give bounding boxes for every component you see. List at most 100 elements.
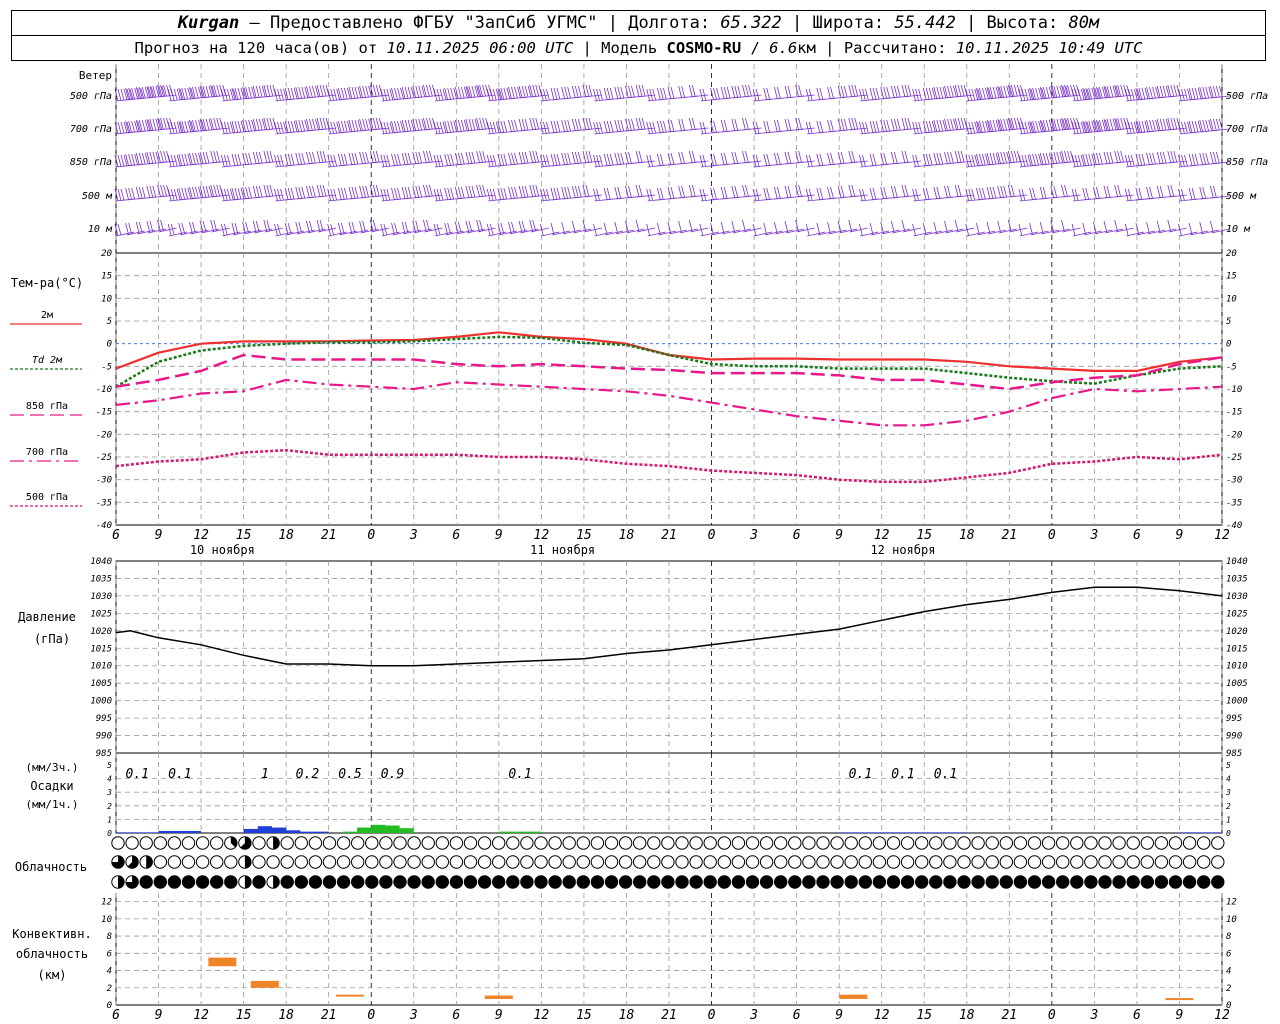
cloud-symbol: [308, 836, 323, 850]
cloud-circle: [745, 855, 760, 869]
convective-bar: [208, 957, 237, 967]
pressure-tick-left: 1020: [90, 627, 112, 637]
cloud-symbol: [618, 855, 633, 869]
cloud-fill-full: [365, 875, 378, 889]
temp-tick-right: 15: [1226, 272, 1237, 282]
cloud-circle: [1027, 836, 1042, 850]
cloud-circle: [590, 836, 605, 850]
cloud-symbol: [1168, 875, 1183, 889]
cloud-symbol: [238, 855, 252, 869]
precip-tick-left: 2: [107, 802, 112, 811]
cloud-fill-full: [337, 875, 350, 889]
pressure-tick-right: 995: [1226, 714, 1242, 724]
precip-1h-bar: [527, 831, 542, 833]
cloud-symbol: [449, 836, 464, 850]
cloud-circle: [661, 836, 675, 850]
cloud-circle: [971, 855, 985, 869]
cloud-circle: [1084, 836, 1098, 850]
cloud-circle: [886, 855, 901, 869]
cloud-symbol: [477, 836, 492, 850]
pressure-tick-left: 1025: [90, 609, 112, 619]
x-tick-label: 18: [619, 528, 635, 543]
cloud-symbol: [604, 855, 619, 869]
x-tick-label: 18: [959, 528, 975, 543]
x-tick-label-bottom: 3: [409, 1008, 418, 1023]
wind-level-label-left: 700 гПа: [70, 124, 112, 135]
cloud-symbol: [1182, 836, 1197, 850]
cloud-circle: [111, 836, 125, 850]
cloud-symbol: [167, 836, 182, 850]
cloud-fill-full: [436, 875, 449, 889]
cloud-circle: [139, 836, 153, 850]
cloud-circle: [1182, 855, 1197, 869]
cloud-fill-full: [1112, 875, 1126, 889]
cloud-symbol: [1182, 875, 1197, 889]
cloud-fill-full: [1000, 875, 1013, 889]
temp-tick-left: 10: [101, 294, 112, 304]
cloud-symbol: [365, 836, 379, 850]
cloud-circle: [1140, 855, 1155, 869]
cloud-symbol: [477, 875, 492, 889]
cloud-circle: [280, 836, 294, 850]
cloud-circle: [872, 855, 887, 869]
x-tick-label: 9: [835, 528, 843, 543]
cloud-symbol: [999, 875, 1013, 889]
cloud-symbol: [971, 875, 985, 889]
wind-level-label-right: 700 гПа: [1226, 124, 1268, 135]
precip-title: Осадки: [30, 779, 73, 793]
cloud-symbol: [125, 875, 139, 889]
temp-tick-left: 20: [101, 249, 112, 259]
cloud-symbol: [689, 875, 703, 889]
pressure-tick-right: 990: [1226, 732, 1242, 742]
cloud-fill-full: [492, 875, 505, 889]
cloud-symbol: [590, 836, 605, 850]
cloud-fill-full: [1098, 875, 1112, 889]
cloud-fill-full: [323, 875, 336, 889]
cloud-circle: [210, 855, 224, 869]
cloud-symbol: [689, 836, 703, 850]
cloud-symbol: [1027, 875, 1042, 889]
cloud-symbol: [731, 836, 746, 850]
cloud-symbol: [224, 836, 238, 850]
cloud-circle: [788, 855, 802, 869]
pressure-tick-right: 1005: [1226, 679, 1248, 689]
cloud-symbol: [647, 875, 661, 889]
temperature-legend: 2м Td 2м 850 гПа 700 гПа 500 гПа: [10, 310, 82, 507]
cloud-circle: [548, 855, 562, 869]
cloud-circle: [576, 855, 590, 869]
cloud-circle: [125, 836, 139, 850]
temp-tick-right: -30: [1226, 476, 1242, 486]
wind-barb-row: [114, 184, 1230, 202]
temp-tick-right: -20: [1226, 430, 1242, 440]
x-tick-label: 12: [1214, 528, 1230, 543]
cloud-symbol: [181, 836, 196, 850]
cloud-symbol: [351, 855, 365, 869]
temp-tick-left: -15: [96, 408, 112, 418]
x-tick-label: 15: [236, 528, 252, 543]
convective-bar: [335, 994, 364, 997]
cloud-symbol: [633, 875, 647, 889]
convective-tick-left: 2: [107, 984, 112, 994]
cloud-circle: [915, 836, 929, 850]
x-tick-label-bottom: 0: [1048, 1008, 1056, 1023]
cloud-symbol: [195, 836, 210, 850]
cloud-symbol: [435, 875, 449, 889]
cloud-symbol: [915, 875, 929, 889]
cloud-symbol: [745, 855, 760, 869]
cloud-symbol: [1168, 855, 1183, 869]
cloud-circle: [900, 855, 915, 869]
cloud-circle: [506, 855, 520, 869]
convective-tick-right: 12: [1226, 898, 1237, 908]
cloud-symbol: [689, 855, 703, 869]
cloud-fill-full: [1127, 875, 1140, 889]
precip-1h-bar: [371, 824, 386, 833]
cloud-circle: [1154, 836, 1169, 850]
cloud-circle: [604, 855, 619, 869]
cloud-circle: [181, 855, 196, 869]
cloud-fill-full: [252, 875, 266, 889]
cloud-symbol: [774, 836, 788, 850]
cloud-circle: [618, 836, 633, 850]
cloud-circle: [520, 836, 534, 850]
cloud-circle: [407, 855, 421, 869]
cloud-fill-full: [548, 875, 562, 889]
